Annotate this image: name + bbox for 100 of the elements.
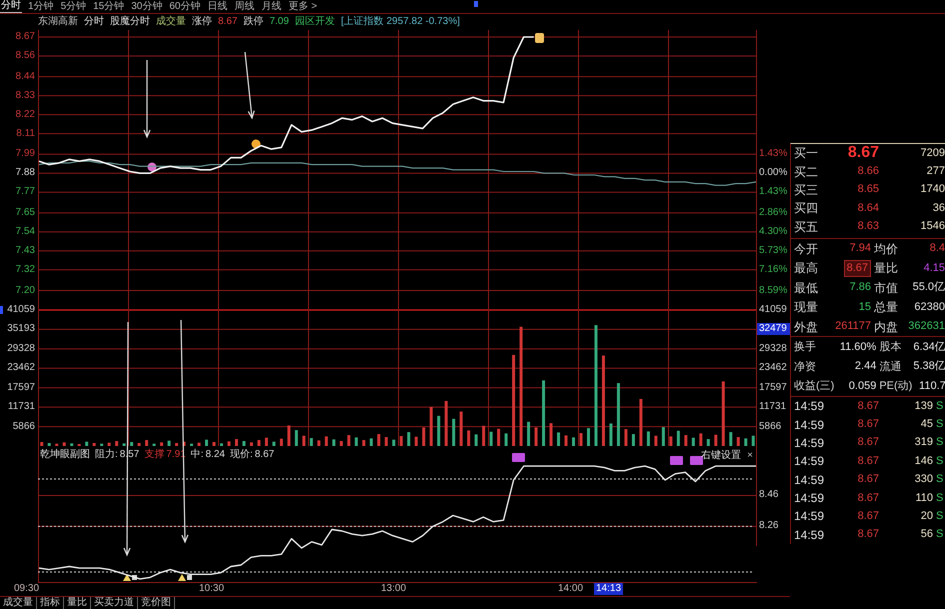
close-button[interactable]: × (747, 450, 753, 462)
bottom-tab[interactable]: 量比 (64, 597, 91, 609)
period-tab[interactable]: 30分钟 (130, 0, 164, 13)
bid-price: 8.66 (856, 165, 879, 178)
bid-label: 买三 (793, 182, 819, 197)
trade-time: 14:59 (793, 509, 826, 524)
trade-time: 14:59 (793, 472, 826, 487)
signal-tag-icon (535, 33, 544, 43)
stat-value: 62380 (914, 300, 945, 314)
square-icon (474, 1, 478, 7)
percent-axis-label: 5.73% (759, 244, 788, 257)
bid-label: 买五 (793, 220, 819, 234)
volume-bar (504, 433, 508, 446)
price-axis-label: 8.56 (16, 50, 35, 62)
volume-bar (227, 441, 230, 446)
volume-axis-label: 11731 (758, 401, 786, 414)
period-tab[interactable]: 分时 (0, 0, 22, 13)
volume-bar (257, 440, 260, 446)
volume-axis-label: 23462 (7, 362, 35, 374)
stat-value: 8.67 (846, 262, 868, 275)
bottom-tab[interactable]: 竞价图 (138, 597, 175, 609)
stat-label: 最低 (793, 280, 819, 295)
volume-bar (370, 438, 373, 446)
volume-bar (324, 436, 328, 446)
period-tab[interactable]: 15分钟 (92, 0, 126, 13)
volume-axis-label: 17597 (7, 382, 35, 394)
bottom-tab[interactable]: 买卖力道 (91, 597, 138, 609)
annotation-arrow (244, 52, 255, 120)
tag-marker-icon (670, 456, 683, 465)
period-tab[interactable]: 月线 (260, 0, 282, 13)
volume-bar (444, 400, 448, 446)
trade-price: 8.67 (856, 528, 879, 542)
indicator-value: 8.24 (206, 449, 225, 461)
trade-side: S (935, 528, 944, 542)
trade-price: 8.67 (856, 418, 879, 432)
volume-bar (422, 427, 426, 446)
stat-value: 8.4 (930, 242, 945, 256)
volume-bar (198, 442, 201, 446)
volume-bar (586, 428, 590, 446)
trade-side: S (935, 436, 944, 450)
volume-bar (736, 437, 740, 446)
volume-bar (722, 381, 725, 446)
price-axis-label: 7.43 (16, 244, 35, 257)
period-tab[interactable]: 5分钟 (60, 0, 88, 13)
volume-bar (699, 433, 702, 446)
volume-bar (48, 443, 51, 446)
period-tab[interactable]: 60分钟 (168, 0, 202, 13)
stat-value: 7.86 (850, 281, 871, 294)
trade-volume: 139 (914, 400, 933, 413)
price-axis-label: 7.65 (16, 206, 35, 219)
volume-bar (234, 439, 238, 446)
stat-label: 总量 (873, 300, 899, 314)
cursor-mark-icon (0, 306, 3, 314)
period-tab[interactable]: 日线 (206, 0, 228, 13)
period-tab[interactable]: 周线 (234, 0, 256, 13)
volume-bar (354, 437, 358, 446)
price-axis-label: 7.77 (16, 186, 35, 198)
indicator-value: 8.67 (254, 449, 274, 461)
period-tab[interactable]: 更多 > (288, 0, 318, 13)
header-label: 跌停 (243, 16, 264, 28)
indicator-axis-label: 8.26 (759, 520, 778, 532)
volume-bar (669, 436, 672, 446)
volume-bar (264, 438, 268, 446)
volume-bar (160, 442, 164, 446)
header-label: 7.09 (269, 16, 289, 28)
trade-volume: 146 (914, 454, 933, 468)
volume-axis-label: 29328 (7, 342, 35, 355)
volume-bar (168, 440, 171, 446)
volume-bar (145, 440, 148, 446)
fundamental-value: 11.60% (838, 340, 876, 354)
volume-axis-label: 29328 (758, 342, 787, 355)
buy-marker-icon (123, 574, 137, 581)
volume-bar (646, 431, 650, 446)
volume-bar (122, 443, 126, 446)
trade-volume: 110 (914, 492, 933, 505)
price-axis-label: 8.67 (16, 31, 35, 43)
bottom-tab[interactable]: 成交量 (0, 597, 37, 609)
trade-time: 14:59 (793, 418, 826, 432)
bid-volume: 7209 (920, 146, 945, 160)
volume-bar (550, 423, 553, 446)
price-axis-label: 8.11 (16, 128, 35, 140)
volume-bar (138, 443, 141, 446)
percent-axis-label: 7.16% (759, 264, 788, 276)
volume-bar (220, 443, 223, 446)
tag-marker-icon (512, 453, 525, 462)
volume-axis-label: 23462 (758, 362, 787, 374)
stat-value: 55.0亿 (912, 281, 945, 294)
volume-axis-label: 41059 (7, 304, 35, 316)
header-label: 股魔分时 (110, 16, 150, 28)
period-tab[interactable]: 1分钟 (27, 0, 55, 13)
bid-price: 8.65 (856, 183, 879, 196)
bid-price: 8.67 (846, 144, 879, 162)
percent-axis-label: 2.86% (759, 206, 788, 219)
stat-label: 今开 (793, 242, 819, 256)
volume-bar (572, 437, 575, 446)
volume-bar (414, 436, 418, 446)
bottom-tab[interactable]: 指标 (37, 597, 64, 609)
volume-bar (332, 439, 336, 446)
price-axis-label: 7.20 (16, 284, 35, 296)
volume-axis-label: 5866 (12, 420, 35, 433)
